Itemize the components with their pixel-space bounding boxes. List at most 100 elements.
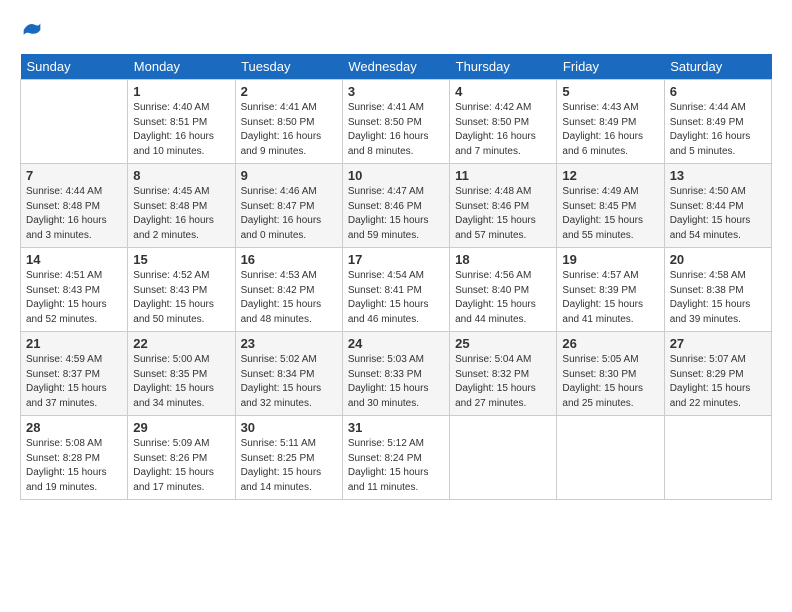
day-cell: 31Sunrise: 5:12 AM Sunset: 8:24 PM Dayli… — [342, 416, 449, 500]
day-number: 5 — [562, 84, 658, 99]
day-number: 16 — [241, 252, 337, 267]
day-number: 10 — [348, 168, 444, 183]
day-number: 23 — [241, 336, 337, 351]
day-info: Sunrise: 4:51 AM Sunset: 8:43 PM Dayligh… — [26, 269, 122, 327]
calendar-table: SundayMondayTuesdayWednesdayThursdayFrid… — [20, 54, 772, 500]
day-info: Sunrise: 4:41 AM Sunset: 8:50 PM Dayligh… — [348, 101, 444, 159]
day-number: 2 — [241, 84, 337, 99]
day-cell: 12Sunrise: 4:49 AM Sunset: 8:45 PM Dayli… — [557, 164, 664, 248]
day-number: 11 — [455, 168, 551, 183]
day-cell: 6 Sunrise: 4:44 AM Sunset: 8:49 PM Daylig… — [664, 80, 771, 164]
day-number: 19 — [562, 252, 658, 267]
day-info: Sunrise: 4:52 AM Sunset: 8:43 PM Dayligh… — [133, 269, 229, 327]
day-info: Sunrise: 4:45 AM Sunset: 8:48 PM Dayligh… — [133, 185, 229, 243]
day-cell: 20 Sunrise: 4:58 AM Sunset: 8:38 PM Dayli… — [664, 248, 771, 332]
day-cell: 28Sunrise: 5:08 AM Sunset: 8:28 PM Dayli… — [21, 416, 128, 500]
day-info: Sunrise: 4:50 AM Sunset: 8:44 PM Dayligh… — [670, 185, 766, 243]
day-number: 9 — [241, 168, 337, 183]
header — [20, 20, 772, 40]
day-number: 29 — [133, 420, 229, 435]
day-cell: 26 Sunrise: 5:05 AM Sunset: 8:30 PM Dayli… — [557, 332, 664, 416]
day-info: Sunrise: 5:07 AM Sunset: 8:29 PM Dayligh… — [670, 353, 766, 411]
day-cell: 18 Sunrise: 4:56 AM Sunset: 8:40 PM Dayli… — [450, 248, 557, 332]
day-number: 14 — [26, 252, 122, 267]
col-header-friday: Friday — [557, 54, 664, 80]
day-info: Sunrise: 5:12 AM Sunset: 8:24 PM Dayligh… — [348, 437, 444, 495]
day-info: Sunrise: 5:09 AM Sunset: 8:26 PM Dayligh… — [133, 437, 229, 495]
day-number: 26 — [562, 336, 658, 351]
day-cell: 16 Sunrise: 4:53 AM Sunset: 8:42 PM Dayli… — [235, 248, 342, 332]
day-cell: 9 Sunrise: 4:46 AM Sunset: 8:47 PM Daylig… — [235, 164, 342, 248]
day-info: Sunrise: 4:57 AM Sunset: 8:39 PM Dayligh… — [562, 269, 658, 327]
day-info: Sunrise: 5:08 AM Sunset: 8:28 PM Dayligh… — [26, 437, 122, 495]
day-number: 20 — [670, 252, 766, 267]
day-cell: 25 Sunrise: 5:04 AM Sunset: 8:32 PM Dayli… — [450, 332, 557, 416]
day-cell: 13Sunrise: 4:50 AM Sunset: 8:44 PM Dayli… — [664, 164, 771, 248]
day-number: 3 — [348, 84, 444, 99]
day-number: 4 — [455, 84, 551, 99]
day-cell — [450, 416, 557, 500]
day-info: Sunrise: 5:02 AM Sunset: 8:34 PM Dayligh… — [241, 353, 337, 411]
day-number: 7 — [26, 168, 122, 183]
week-row-2: 7 Sunrise: 4:44 AM Sunset: 8:48 PM Daylig… — [21, 164, 772, 248]
col-header-wednesday: Wednesday — [342, 54, 449, 80]
day-number: 27 — [670, 336, 766, 351]
day-info: Sunrise: 4:40 AM Sunset: 8:51 PM Dayligh… — [133, 101, 229, 159]
day-number: 22 — [133, 336, 229, 351]
day-number: 18 — [455, 252, 551, 267]
day-info: Sunrise: 5:05 AM Sunset: 8:30 PM Dayligh… — [562, 353, 658, 411]
day-number: 24 — [348, 336, 444, 351]
week-row-4: 21Sunrise: 4:59 AM Sunset: 8:37 PM Dayli… — [21, 332, 772, 416]
logo — [20, 20, 42, 40]
col-header-saturday: Saturday — [664, 54, 771, 80]
day-cell — [557, 416, 664, 500]
day-info: Sunrise: 4:59 AM Sunset: 8:37 PM Dayligh… — [26, 353, 122, 411]
day-info: Sunrise: 5:04 AM Sunset: 8:32 PM Dayligh… — [455, 353, 551, 411]
day-info: Sunrise: 4:41 AM Sunset: 8:50 PM Dayligh… — [241, 101, 337, 159]
day-cell: 3 Sunrise: 4:41 AM Sunset: 8:50 PM Daylig… — [342, 80, 449, 164]
day-info: Sunrise: 5:00 AM Sunset: 8:35 PM Dayligh… — [133, 353, 229, 411]
day-cell: 8 Sunrise: 4:45 AM Sunset: 8:48 PM Daylig… — [128, 164, 235, 248]
day-cell: 11 Sunrise: 4:48 AM Sunset: 8:46 PM Dayli… — [450, 164, 557, 248]
day-cell: 30 Sunrise: 5:11 AM Sunset: 8:25 PM Dayli… — [235, 416, 342, 500]
day-info: Sunrise: 5:11 AM Sunset: 8:25 PM Dayligh… — [241, 437, 337, 495]
day-info: Sunrise: 4:47 AM Sunset: 8:46 PM Dayligh… — [348, 185, 444, 243]
day-cell — [21, 80, 128, 164]
day-cell: 17 Sunrise: 4:54 AM Sunset: 8:41 PM Dayli… — [342, 248, 449, 332]
day-info: Sunrise: 5:03 AM Sunset: 8:33 PM Dayligh… — [348, 353, 444, 411]
day-number: 1 — [133, 84, 229, 99]
day-cell: 10 Sunrise: 4:47 AM Sunset: 8:46 PM Dayli… — [342, 164, 449, 248]
day-cell: 7 Sunrise: 4:44 AM Sunset: 8:48 PM Daylig… — [21, 164, 128, 248]
day-info: Sunrise: 4:58 AM Sunset: 8:38 PM Dayligh… — [670, 269, 766, 327]
day-number: 8 — [133, 168, 229, 183]
day-number: 17 — [348, 252, 444, 267]
day-cell: 24 Sunrise: 5:03 AM Sunset: 8:33 PM Dayli… — [342, 332, 449, 416]
day-cell — [664, 416, 771, 500]
day-cell: 27 Sunrise: 5:07 AM Sunset: 8:29 PM Dayli… — [664, 332, 771, 416]
day-cell: 2 Sunrise: 4:41 AM Sunset: 8:50 PM Daylig… — [235, 80, 342, 164]
day-info: Sunrise: 4:42 AM Sunset: 8:50 PM Dayligh… — [455, 101, 551, 159]
week-row-5: 28Sunrise: 5:08 AM Sunset: 8:28 PM Dayli… — [21, 416, 772, 500]
day-info: Sunrise: 4:48 AM Sunset: 8:46 PM Dayligh… — [455, 185, 551, 243]
day-number: 25 — [455, 336, 551, 351]
day-info: Sunrise: 4:54 AM Sunset: 8:41 PM Dayligh… — [348, 269, 444, 327]
day-number: 30 — [241, 420, 337, 435]
day-cell: 19 Sunrise: 4:57 AM Sunset: 8:39 PM Dayli… — [557, 248, 664, 332]
day-info: Sunrise: 4:43 AM Sunset: 8:49 PM Dayligh… — [562, 101, 658, 159]
day-info: Sunrise: 4:49 AM Sunset: 8:45 PM Dayligh… — [562, 185, 658, 243]
day-number: 15 — [133, 252, 229, 267]
day-info: Sunrise: 4:44 AM Sunset: 8:49 PM Dayligh… — [670, 101, 766, 159]
day-info: Sunrise: 4:53 AM Sunset: 8:42 PM Dayligh… — [241, 269, 337, 327]
day-cell: 22 Sunrise: 5:00 AM Sunset: 8:35 PM Dayli… — [128, 332, 235, 416]
day-cell: 5 Sunrise: 4:43 AM Sunset: 8:49 PM Daylig… — [557, 80, 664, 164]
day-info: Sunrise: 4:46 AM Sunset: 8:47 PM Dayligh… — [241, 185, 337, 243]
day-cell: 1 Sunrise: 4:40 AM Sunset: 8:51 PM Daylig… — [128, 80, 235, 164]
col-header-sunday: Sunday — [21, 54, 128, 80]
day-number: 6 — [670, 84, 766, 99]
day-info: Sunrise: 4:44 AM Sunset: 8:48 PM Dayligh… — [26, 185, 122, 243]
day-info: Sunrise: 4:56 AM Sunset: 8:40 PM Dayligh… — [455, 269, 551, 327]
col-header-tuesday: Tuesday — [235, 54, 342, 80]
day-cell: 15 Sunrise: 4:52 AM Sunset: 8:43 PM Dayli… — [128, 248, 235, 332]
week-row-1: 1 Sunrise: 4:40 AM Sunset: 8:51 PM Daylig… — [21, 80, 772, 164]
day-cell: 21Sunrise: 4:59 AM Sunset: 8:37 PM Dayli… — [21, 332, 128, 416]
